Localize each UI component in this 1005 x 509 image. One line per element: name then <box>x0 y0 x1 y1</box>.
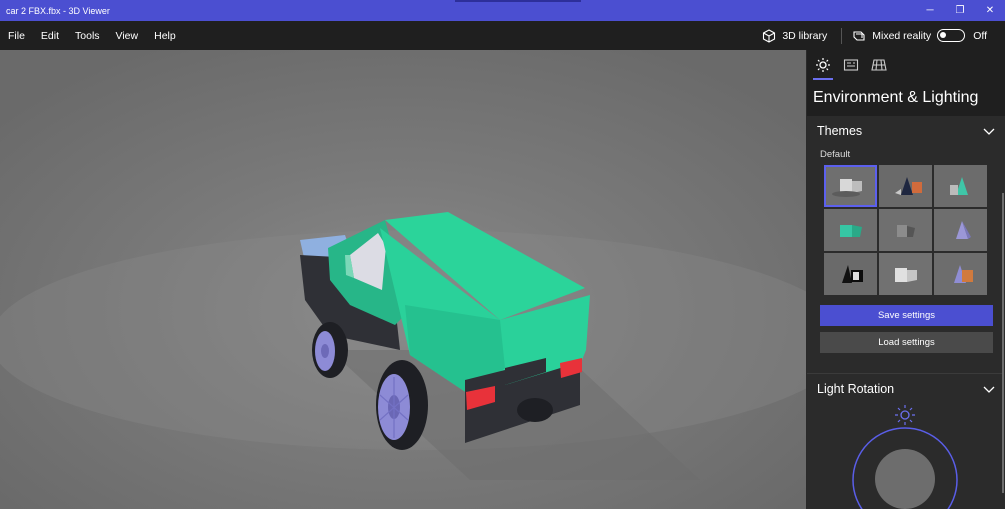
3d-scene <box>0 212 806 480</box>
3d-viewport[interactable] <box>0 50 806 509</box>
mixed-reality-state: Off <box>973 29 987 42</box>
mixed-reality-icon <box>853 30 865 41</box>
panel-content: Themes Default Save settings Load settin… <box>807 116 1005 509</box>
theme-thumbnail-7[interactable] <box>824 253 877 295</box>
cube-icon <box>763 28 776 43</box>
dial-sphere <box>875 449 935 509</box>
title-accent <box>455 0 581 2</box>
chevron-down-icon <box>983 386 995 393</box>
scrollbar[interactable] <box>1002 193 1004 493</box>
stats-icon <box>843 59 859 71</box>
save-settings-button[interactable]: Save settings <box>820 305 993 326</box>
menu-help[interactable]: Help <box>146 30 184 42</box>
panel-tabs <box>807 50 1005 80</box>
load-settings-button[interactable]: Load settings <box>820 332 993 353</box>
menu-edit[interactable]: Edit <box>33 30 67 42</box>
theme-thumbnail-6[interactable] <box>934 209 987 251</box>
themes-group-label: Default <box>820 149 851 160</box>
theme-thumbnail-3[interactable] <box>934 165 987 207</box>
light-sun-icon[interactable] <box>895 405 915 425</box>
tab-grid[interactable] <box>871 57 887 73</box>
minimize-button[interactable]: ─ <box>915 0 945 21</box>
3d-library-button[interactable]: 3D library <box>762 28 841 43</box>
menu-separator <box>841 27 843 44</box>
grid-icon <box>871 59 887 71</box>
themes-heading: Themes <box>817 124 863 138</box>
menu-bar: File Edit Tools View Help 3D library Mix… <box>0 21 1005 50</box>
theme-thumbnail-5[interactable] <box>879 209 932 251</box>
menu-file[interactable]: File <box>0 30 33 42</box>
menu-tools[interactable]: Tools <box>67 30 108 42</box>
window-controls: ─ ❐ ✕ <box>915 0 1005 21</box>
sun-icon <box>816 58 830 72</box>
light-rotation-heading: Light Rotation <box>817 382 895 396</box>
panel-title: Environment & Lighting <box>813 89 979 106</box>
mixed-reality-toggle[interactable] <box>937 29 966 42</box>
section-divider <box>807 373 1002 374</box>
mixed-reality-label: Mixed reality <box>872 29 932 42</box>
theme-thumbnail-8[interactable] <box>879 253 932 295</box>
close-button[interactable]: ✕ <box>975 0 1005 21</box>
window-title: car 2 FBX.fbx - 3D Viewer <box>6 5 110 16</box>
title-bar: car 2 FBX.fbx - 3D Viewer ─ ❐ ✕ <box>0 0 1005 21</box>
theme-thumbnail-9[interactable] <box>934 253 987 295</box>
environment-panel: Environment & Lighting Themes Default Sa… <box>806 50 1005 509</box>
tab-stats[interactable] <box>843 57 859 73</box>
theme-thumbnail-4[interactable] <box>824 209 877 251</box>
light-rotation-header[interactable]: Light Rotation <box>817 382 995 396</box>
tab-environment[interactable] <box>813 57 833 80</box>
theme-thumbnail-1[interactable] <box>824 165 877 207</box>
mixed-reality-group: Mixed reality Off <box>852 29 1005 43</box>
3d-library-label: 3D library <box>782 29 828 42</box>
toggle-knob <box>940 32 947 38</box>
menu-right-group: 3D library Mixed reality Off <box>762 21 1005 50</box>
light-rotation-dial[interactable] <box>852 404 962 509</box>
theme-thumbnail-2[interactable] <box>879 165 932 207</box>
chevron-down-icon <box>983 128 995 135</box>
restore-button[interactable]: ❐ <box>945 0 975 21</box>
menu-view[interactable]: View <box>108 30 147 42</box>
themes-header[interactable]: Themes <box>817 124 995 138</box>
